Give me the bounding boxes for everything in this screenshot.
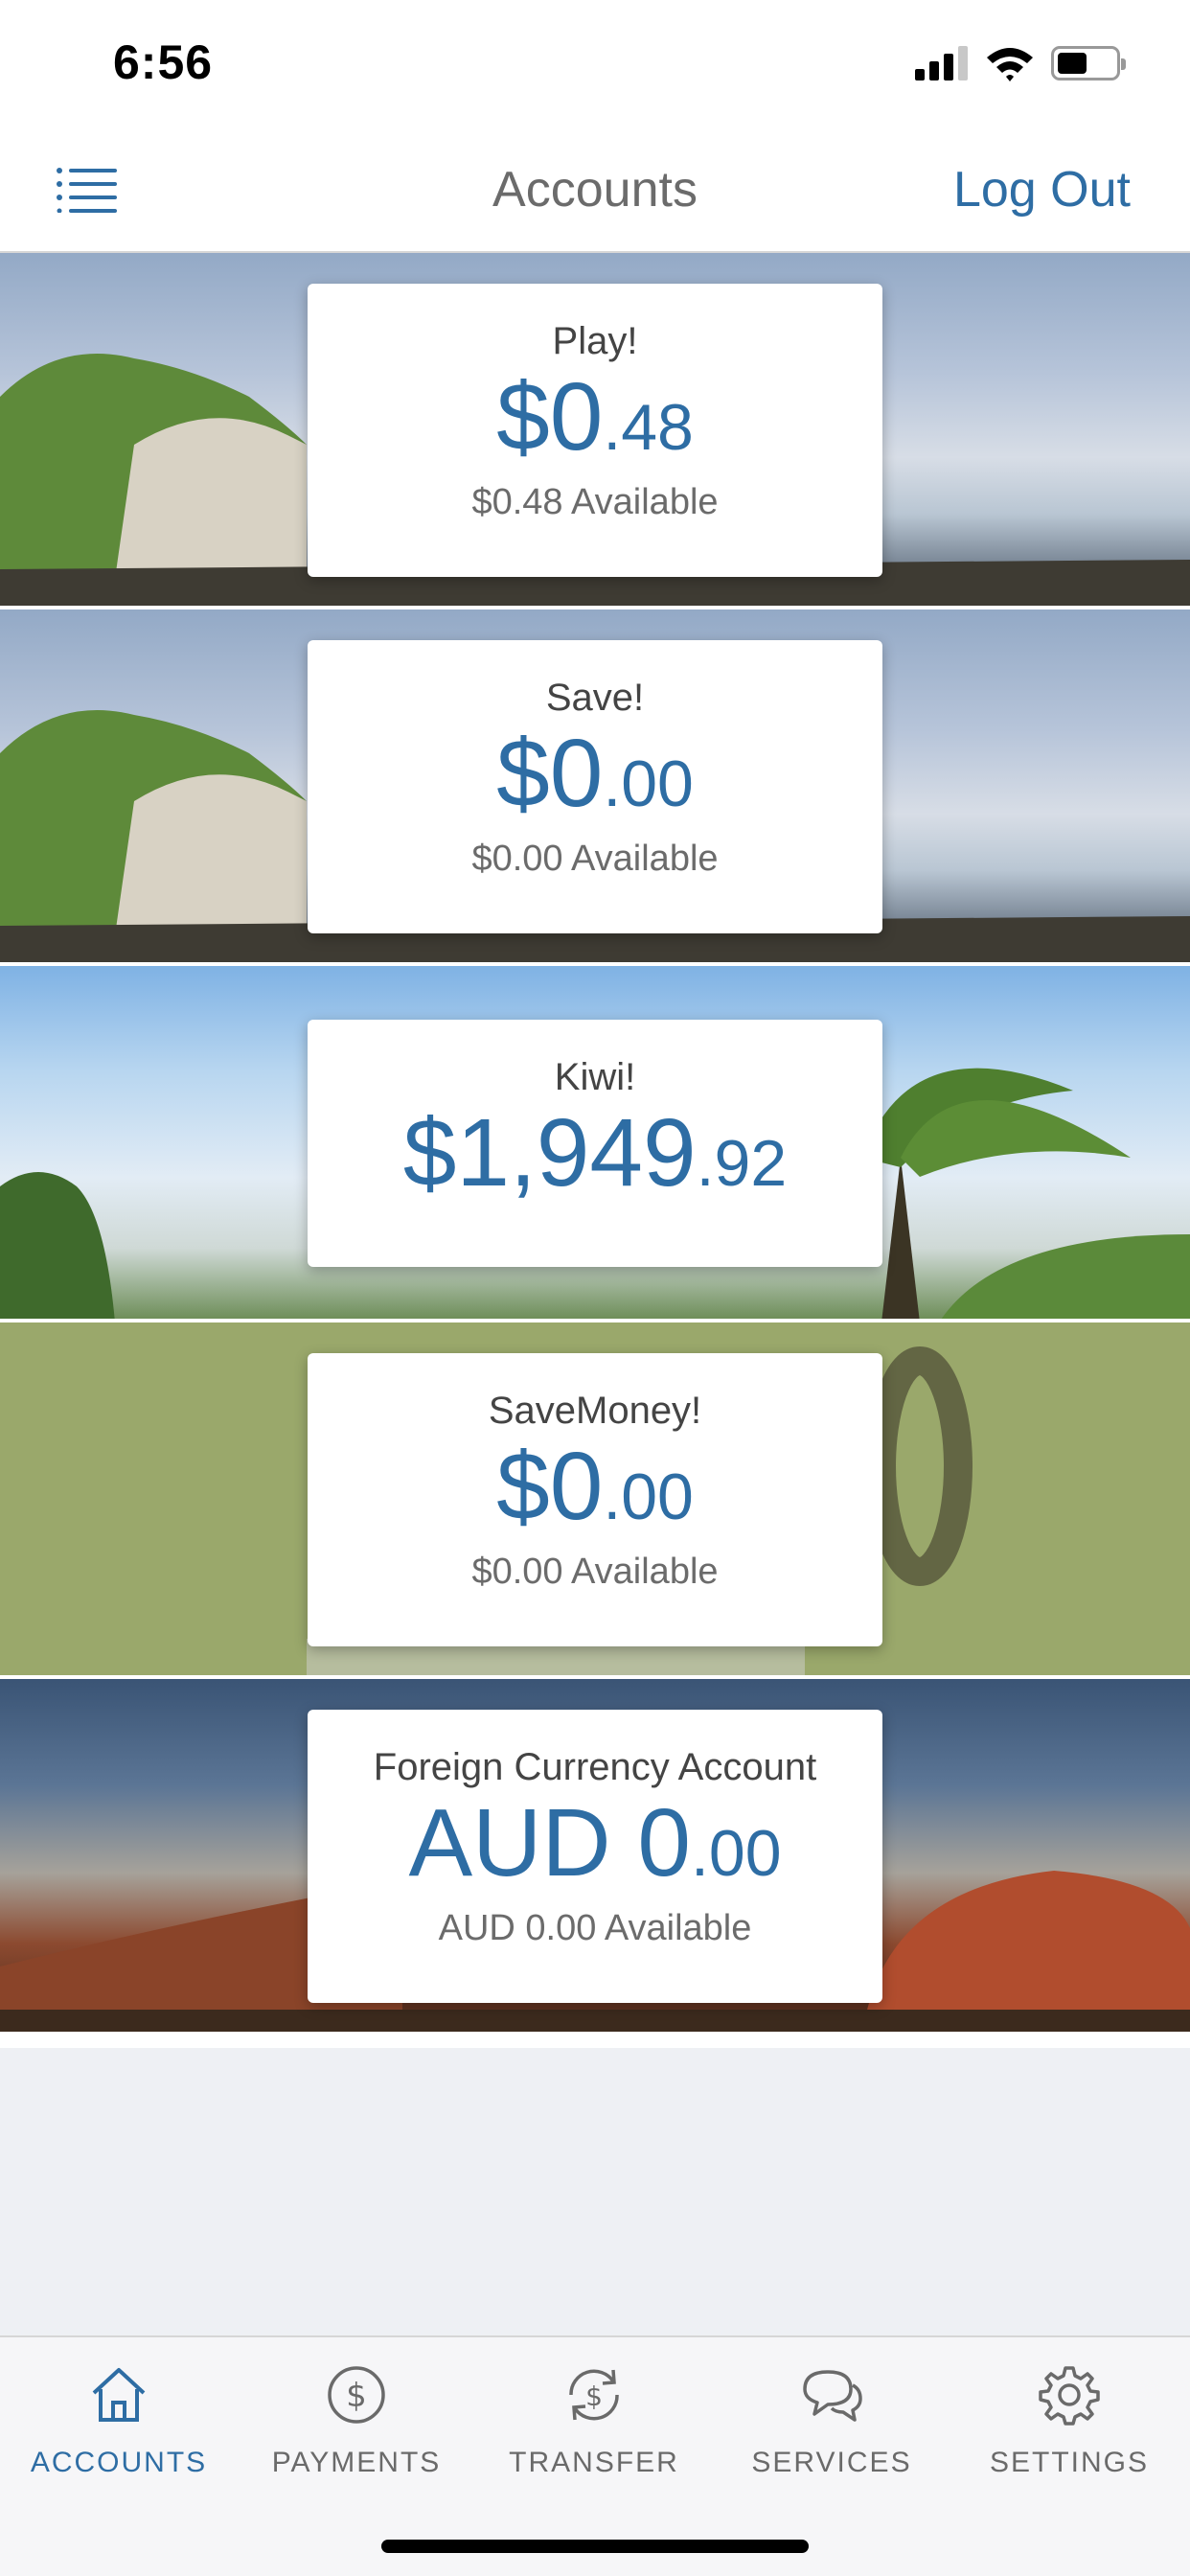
transfer-icon: $ (569, 2369, 619, 2421)
account-row-play[interactable]: Play! $0.48 $0.48 Available (0, 253, 1190, 610)
cellular-signal-icon (915, 46, 969, 80)
balance-minor: .00 (603, 748, 694, 820)
account-balance: $1,949.92 (308, 1105, 882, 1201)
chat-icon (803, 2370, 862, 2422)
dollar-circle-icon: $ (328, 2366, 385, 2424)
balance-major: AUD 0 (408, 1789, 691, 1897)
tab-label: SETTINGS (989, 2447, 1149, 2478)
account-balance: $0.00 (308, 725, 882, 821)
balance-major: $1,949 (402, 1099, 697, 1207)
tab-settings[interactable]: SETTINGS (950, 2362, 1188, 2479)
balance-minor: .48 (603, 391, 694, 464)
tab-accounts[interactable]: ACCOUNTS (0, 2362, 238, 2479)
account-balance: $0.00 (308, 1438, 882, 1534)
log-out-button[interactable]: Log Out (953, 161, 1131, 218)
tab-label: SERVICES (751, 2447, 912, 2478)
balance-major: $0 (496, 720, 604, 827)
account-name: SaveMoney! (488, 1390, 702, 1432)
accounts-list: Play! $0.48 $0.48 Available Save! $0.00 … (0, 253, 1190, 2036)
tab-transfer[interactable]: $ TRANSFER (475, 2362, 713, 2479)
tab-services[interactable]: SERVICES (713, 2362, 950, 2479)
account-balance: $0.48 (308, 369, 882, 465)
wifi-icon (987, 48, 1033, 81)
tab-label: PAYMENTS (271, 2447, 442, 2478)
account-name: Kiwi! (554, 1056, 636, 1098)
balance-minor: .00 (691, 1817, 782, 1890)
balance-minor: .92 (696, 1127, 788, 1200)
balance-major: $0 (496, 363, 604, 471)
available-balance: AUD 0.00 Available (438, 1908, 752, 1948)
account-card[interactable]: Play! $0.48 $0.48 Available (308, 284, 882, 577)
balance-minor: .00 (603, 1460, 694, 1533)
available-balance: $0.00 Available (471, 839, 719, 879)
home-icon (92, 2368, 146, 2422)
account-balance: AUD 0.00 (308, 1795, 882, 1891)
account-card[interactable]: Kiwi! $1,949.92 (308, 1020, 882, 1267)
svg-text:$: $ (585, 2380, 603, 2412)
account-card[interactable]: Save! $0.00 $0.00 Available (308, 640, 882, 933)
account-row-save[interactable]: Save! $0.00 $0.00 Available (0, 610, 1190, 966)
account-name: Play! (552, 320, 638, 362)
nav-bar: Accounts Log Out (0, 125, 1190, 253)
account-name: Save! (545, 677, 645, 719)
tab-label: TRANSFER (509, 2447, 679, 2478)
account-card[interactable]: SaveMoney! $0.00 $0.00 Available (308, 1353, 882, 1646)
status-time: 6:56 (113, 35, 214, 89)
empty-area (0, 2048, 1190, 2336)
tab-label: ACCOUNTS (30, 2447, 208, 2478)
status-bar: 6:56 (0, 0, 1190, 125)
battery-icon (1051, 46, 1126, 80)
account-card[interactable]: Foreign Currency Account AUD 0.00 AUD 0.… (308, 1710, 882, 2003)
account-row-foreign-currency[interactable]: Foreign Currency Account AUD 0.00 AUD 0.… (0, 1679, 1190, 2036)
home-indicator (381, 2540, 809, 2553)
account-name: Foreign Currency Account (373, 1746, 817, 1788)
gear-icon (1039, 2366, 1100, 2426)
available-balance: $0.00 Available (471, 1552, 719, 1592)
tab-payments[interactable]: $ PAYMENTS (238, 2362, 475, 2479)
available-balance: $0.48 Available (471, 482, 719, 522)
svg-text:$: $ (346, 2377, 367, 2415)
balance-major: $0 (496, 1433, 604, 1540)
account-row-kiwi[interactable]: Kiwi! $1,949.92 (0, 966, 1190, 1322)
account-row-savemoney[interactable]: SaveMoney! $0.00 $0.00 Available (0, 1322, 1190, 1679)
